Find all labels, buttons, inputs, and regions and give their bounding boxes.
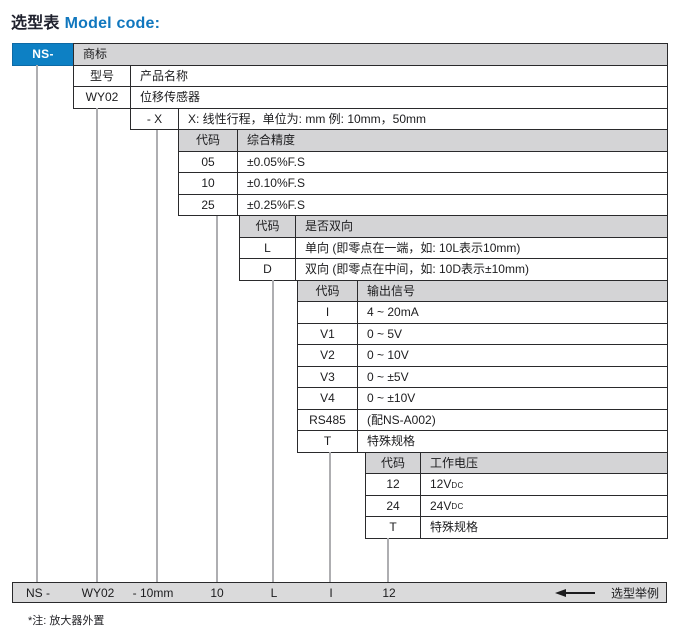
direction-label-cell: 单向 (即零点在一端，如: 10L表示10mm): [295, 237, 668, 260]
voltage-value: 12V: [430, 478, 451, 490]
accuracy-label-cell: ±0.25%F.S: [237, 194, 668, 217]
example-segment: - 10mm: [133, 586, 174, 600]
accuracy-code-cell: 05: [178, 151, 238, 174]
page-title-en: Model code:: [65, 15, 161, 32]
voltage-header-label-cell: 工作电压: [420, 452, 668, 475]
direction-header-label-cell: 是否双向: [295, 215, 668, 238]
direction-code-cell: L: [239, 237, 296, 260]
accuracy-label-cell: ±0.05%F.S: [237, 151, 668, 174]
output-label-cell: 0 ~ 5V: [357, 323, 668, 346]
voltage-value: 24V: [430, 500, 451, 512]
voltage-code-cell: 12: [365, 473, 421, 496]
stroke-label-cell: X: 线性行程，单位为: mm 例: 10mm，50mm: [178, 108, 668, 131]
connector-line-stroke: [156, 130, 158, 583]
direction-header-code-cell: 代码: [239, 215, 296, 238]
output-label-cell: 4 ~ 20mA: [357, 301, 668, 324]
accuracy-code-cell: 10: [178, 172, 238, 195]
output-code-cell: I: [297, 301, 358, 324]
voltage-dc-suffix: DC: [451, 482, 463, 490]
output-label-cell: 0 ~ 10V: [357, 344, 668, 367]
example-segment: 10: [210, 586, 223, 600]
output-label-cell: 特殊规格: [357, 430, 668, 453]
voltage-label-cell: 24VDC: [420, 495, 668, 518]
accuracy-header-code-cell: 代码: [178, 129, 238, 152]
output-label-cell: 0 ~ ±5V: [357, 366, 668, 389]
output-header-label-cell: 输出信号: [357, 280, 668, 303]
example-segment: L: [271, 586, 278, 600]
accuracy-label-cell: ±0.10%F.S: [237, 172, 668, 195]
model-header-label-cell: 产品名称: [130, 65, 668, 88]
example-caption: 选型举例: [611, 584, 659, 601]
voltage-header-code-cell: 代码: [365, 452, 421, 475]
example-segment: I: [329, 586, 332, 600]
example-segment: 12: [382, 586, 395, 600]
page-title-zh: 选型表: [11, 15, 60, 32]
connector-line-output: [329, 452, 331, 582]
trademark-label-cell: 商标: [73, 43, 668, 66]
voltage-dc-suffix: DC: [451, 503, 463, 511]
direction-code-cell: D: [239, 258, 296, 281]
connector-line-model: [96, 108, 98, 582]
connector-line-accuracy: [216, 216, 218, 583]
connector-line-voltage: [387, 538, 389, 582]
example-bar: NS - WY02 - 10mm 10 L I 12 选型举例: [12, 582, 667, 603]
output-header-code-cell: 代码: [297, 280, 358, 303]
voltage-code-cell: 24: [365, 495, 421, 518]
output-label-cell: (配NS-A002): [357, 409, 668, 432]
example-segment: WY02: [82, 586, 115, 600]
left-arrow-icon: [555, 589, 595, 597]
output-code-cell: RS485: [297, 409, 358, 432]
stroke-code-cell: - X: [130, 108, 179, 131]
output-code-cell: V1: [297, 323, 358, 346]
connector-line-direction: [272, 280, 274, 582]
model-header-code-cell: 型号: [73, 65, 131, 88]
output-label-cell: 0 ~ ±10V: [357, 387, 668, 410]
prefix-code-cell: NS-: [12, 43, 74, 66]
output-code-cell: T: [297, 430, 358, 453]
model-label-cell: 位移传感器: [130, 86, 668, 109]
voltage-label-cell: 特殊规格: [420, 516, 668, 539]
voltage-code-cell: T: [365, 516, 421, 539]
output-code-cell: V3: [297, 366, 358, 389]
output-code-cell: V2: [297, 344, 358, 367]
output-code-cell: V4: [297, 387, 358, 410]
footnote: *注: 放大器外置: [28, 612, 104, 628]
direction-label-cell: 双向 (即零点在中间，如: 10D表示±10mm): [295, 258, 668, 281]
model-code-page: 选型表 Model code: NS- 商标 型号 产品名称 WY02 位移传感器…: [0, 0, 681, 633]
accuracy-code-cell: 25: [178, 194, 238, 217]
voltage-label-cell: 12VDC: [420, 473, 668, 496]
connector-line-prefix: [36, 65, 38, 582]
page-title: 选型表 Model code:: [11, 9, 160, 33]
accuracy-header-label-cell: 综合精度: [237, 129, 668, 152]
example-segment: NS -: [26, 586, 50, 600]
model-code-cell: WY02: [73, 86, 131, 109]
